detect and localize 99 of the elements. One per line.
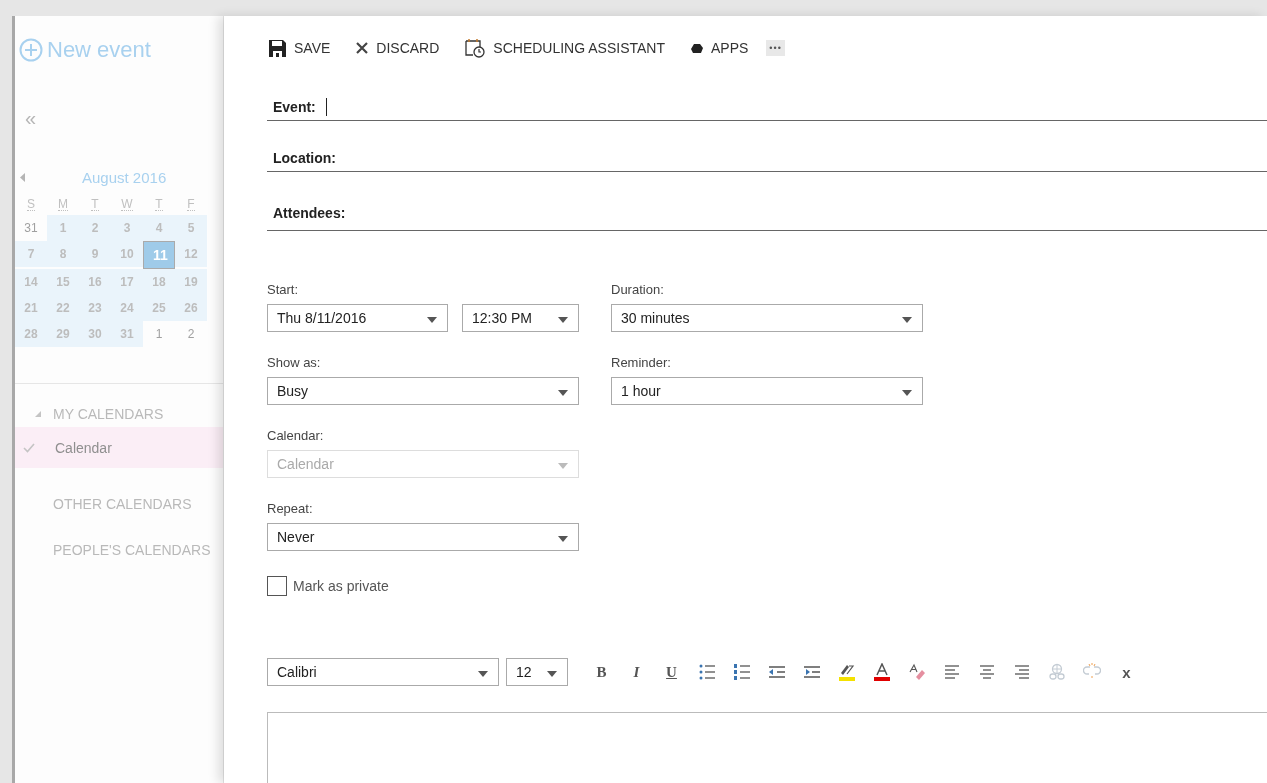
collapse-button[interactable]: « — [25, 107, 37, 130]
field-label: Reminder: — [611, 355, 672, 372]
text-field[interactable]: Event: — [267, 94, 1267, 121]
duration-dropdown[interactable]: 30 minutes — [611, 304, 923, 332]
calendar-day[interactable]: 29 — [47, 321, 79, 347]
checkbox[interactable] — [267, 576, 287, 596]
outdent-icon — [767, 663, 786, 681]
field-label: Duration: — [611, 282, 665, 299]
weekday-label: S — [27, 197, 35, 211]
discard-button[interactable]: DISCARD — [356, 40, 440, 56]
field-label: Start: — [267, 282, 300, 299]
underline-button[interactable]: U — [654, 658, 689, 686]
calendar-day[interactable]: 22 — [47, 295, 79, 321]
calendar-group[interactable]: OTHER CALENDARS — [15, 494, 223, 514]
numbered-list-icon — [732, 663, 751, 681]
calendar-day[interactable]: 9 — [79, 241, 111, 267]
calendar-item[interactable]: Calendar — [15, 427, 223, 468]
message-body-field[interactable] — [267, 712, 1267, 783]
calendar-group[interactable]: PEOPLE'S CALENDARS — [15, 540, 223, 560]
calendar-group[interactable]: MY CALENDARS — [15, 404, 223, 424]
calendar-day[interactable]: 1 — [47, 215, 79, 241]
close-icon — [356, 42, 369, 54]
unlink-icon — [1082, 663, 1101, 681]
date-dropdown[interactable]: Thu 8/11/2016 — [267, 304, 448, 332]
calendar-day[interactable]: 11 — [143, 241, 175, 269]
weekday-label: F — [187, 197, 195, 211]
more-button[interactable]: ••• — [766, 40, 785, 56]
calendar-clock-icon — [465, 38, 486, 58]
superscript-button[interactable]: x — [1109, 658, 1144, 686]
align-center-icon — [977, 663, 996, 681]
italic-button[interactable]: I — [619, 658, 654, 686]
apps-button[interactable]: APPS — [691, 40, 749, 56]
dropdown-caret-icon — [902, 389, 912, 396]
highlighter-icon — [837, 663, 856, 681]
weekday-label: M — [58, 197, 68, 211]
field-label: Repeat: — [267, 501, 314, 518]
calendar-day[interactable]: 21 — [15, 295, 47, 321]
eraser-icon — [907, 663, 926, 681]
calendar-day[interactable]: 7 — [15, 241, 47, 267]
calendar-day[interactable]: 31 — [111, 321, 143, 347]
dropdown-caret-icon — [558, 535, 568, 542]
new-event-button[interactable]: New event — [19, 37, 151, 63]
dropdown-caret-icon — [558, 389, 568, 396]
weekday-label: W — [121, 197, 133, 211]
month-title: August 2016 — [82, 168, 167, 186]
field-label: Calendar: — [267, 428, 325, 445]
indent-icon — [802, 663, 821, 681]
calendar-day[interactable]: 31 — [15, 215, 47, 241]
field-label: Show as: — [267, 355, 322, 372]
calendar-day[interactable]: 2 — [175, 321, 207, 347]
repeat-dropdown[interactable]: Never — [267, 523, 579, 551]
font-size-dropdown[interactable]: 12 — [506, 658, 568, 686]
calendar-day[interactable]: 26 — [175, 295, 207, 321]
dropdown-caret-icon — [902, 316, 912, 323]
align-left-icon — [942, 663, 961, 681]
calendar-day[interactable]: 30 — [79, 321, 111, 347]
font-color-icon — [872, 663, 891, 681]
calendar-day[interactable]: 12 — [175, 241, 207, 267]
text-field[interactable]: Attendees: — [267, 196, 1267, 231]
dropdown-caret-icon — [558, 316, 568, 323]
calendar-day[interactable]: 25 — [143, 295, 175, 321]
calendar-day[interactable]: 1 — [143, 321, 175, 347]
calendar-day[interactable]: 2 — [79, 215, 111, 241]
calendar-day[interactable]: 4 — [143, 215, 175, 241]
font-dropdown[interactable]: Calibri — [267, 658, 499, 686]
calendar-day[interactable]: 23 — [79, 295, 111, 321]
link-icon — [1047, 663, 1066, 681]
save-button[interactable]: SAVE — [269, 39, 331, 57]
dropdown-caret-icon — [558, 462, 568, 469]
expand-icon — [35, 411, 41, 417]
dropdown-caret-icon — [427, 316, 437, 323]
dropdown-caret-icon — [478, 670, 488, 677]
reminder-dropdown[interactable]: 1 hour — [611, 377, 923, 405]
previous-month-icon[interactable] — [20, 172, 25, 182]
time-dropdown[interactable]: 12:30 PM — [462, 304, 579, 332]
dropdown-caret-icon — [547, 670, 557, 677]
text-field[interactable]: Location: — [267, 145, 1267, 172]
align-right-icon — [1012, 663, 1031, 681]
scheduling-button[interactable]: SCHEDULING ASSISTANT — [465, 38, 665, 58]
calendar-day[interactable]: 17 — [111, 269, 143, 295]
calendar-day[interactable]: 16 — [79, 269, 111, 295]
bullet-list-icon — [697, 663, 716, 681]
apps-icon — [691, 42, 703, 54]
weekday-label: T — [91, 197, 99, 211]
calendar-day[interactable]: 19 — [175, 269, 207, 295]
calendar-day[interactable]: 24 — [111, 295, 143, 321]
calendar-day[interactable]: 8 — [47, 241, 79, 267]
checkbox-label: Mark as private — [293, 578, 389, 594]
calendar-day[interactable]: 18 — [143, 269, 175, 295]
calendar-day[interactable]: 15 — [47, 269, 79, 295]
bold-button[interactable]: B — [584, 658, 619, 686]
calendar-day[interactable]: 28 — [15, 321, 47, 347]
calendar-day[interactable]: 14 — [15, 269, 47, 295]
calendar-day[interactable]: 5 — [175, 215, 207, 241]
calendar-day[interactable]: 3 — [111, 215, 143, 241]
add-icon — [19, 38, 43, 62]
weekday-label: T — [155, 197, 163, 211]
calendar-day[interactable]: 10 — [111, 241, 143, 267]
show-as-dropdown[interactable]: Busy — [267, 377, 579, 405]
